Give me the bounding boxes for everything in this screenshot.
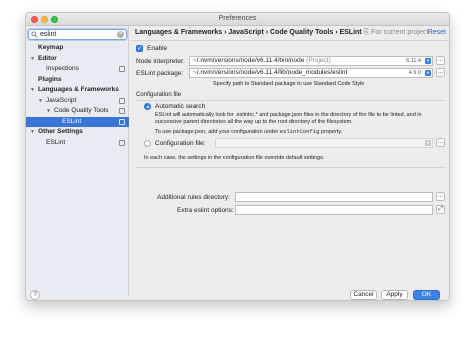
expanded-arrow-icon[interactable]: ▼ (38, 96, 43, 107)
config-group-title: Configuration file (136, 92, 182, 98)
settings-sidebar: eslint × Keymap ▼ Editor Inspections Plu… (26, 26, 129, 296)
configuration-file-select[interactable]: ▼ (215, 138, 433, 148)
header-divider (130, 40, 449, 41)
preferences-window: Preferences eslint × Keymap ▼ Editor Ins… (25, 12, 450, 301)
browse-rules-button[interactable]: … (436, 192, 445, 201)
help-button[interactable]: ? (30, 290, 40, 300)
project-scope-icon (119, 139, 125, 146)
browse-eslint-button[interactable]: … (436, 68, 445, 77)
dropdown-caret-icon[interactable]: ▼ (425, 58, 431, 64)
eslint-version: 4.9.0 (408, 70, 421, 76)
node-version: 6.11.4 (406, 58, 421, 64)
sidebar-item-eslint[interactable]: ESLint (26, 116, 129, 127)
configuration-file-radio[interactable] (144, 140, 151, 147)
section-divider (136, 167, 446, 168)
sidebar-item-keymap[interactable]: Keymap (26, 43, 129, 54)
window-title: Preferences (218, 15, 257, 22)
settings-search-input[interactable]: eslint × (28, 29, 127, 40)
project-scope-icon (119, 108, 125, 114)
expanded-arrow-icon[interactable]: ▼ (30, 85, 35, 96)
apply-button[interactable]: Apply (381, 290, 408, 300)
extra-options-label: Extra eslint options: (177, 207, 234, 214)
rules-directory-input[interactable] (235, 192, 433, 202)
package-hint: Specify path to Standard package to use … (213, 81, 365, 87)
sidebar-item-code-quality-tools[interactable]: ▼ Code Quality Tools (26, 106, 129, 117)
sidebar-item-javascript[interactable]: ▼ JavaScript (26, 96, 129, 107)
search-query: eslint (40, 31, 57, 38)
sidebar-item-languages-frameworks[interactable]: ▼ Languages & Frameworks (26, 85, 129, 96)
sidebar-item-other-eslint[interactable]: ESLint (26, 138, 129, 149)
settings-content: Languages & Frameworks › JavaScript › Co… (130, 26, 449, 288)
enable-checkbox[interactable]: ✓ (136, 45, 143, 52)
reset-link[interactable]: Reset (428, 29, 446, 36)
sidebar-item-editor[interactable]: ▼ Editor (26, 54, 129, 65)
node-interpreter-select[interactable]: ~/.nvm/versions/node/v6.11.4/bin/node (P… (189, 56, 433, 66)
expanded-arrow-icon[interactable]: ▼ (30, 54, 35, 65)
automatic-search-radio[interactable] (144, 103, 151, 110)
project-scope-icon (119, 118, 125, 125)
package-json-note: To use package.json, add your configurat… (155, 128, 343, 135)
browse-config-button[interactable]: … (436, 138, 445, 147)
automatic-search-label: Automatic search (155, 103, 206, 110)
automatic-search-description: ESLint will automatically look for .esli… (155, 112, 422, 125)
configuration-file-label: Configuration file: (155, 140, 206, 147)
dialog-footer: ? Cancel Apply OK (26, 288, 449, 300)
node-interpreter-label: Node interpreter: (136, 58, 185, 65)
project-scope-icon (119, 97, 125, 104)
dropdown-caret-icon[interactable]: ▼ (425, 70, 431, 76)
clear-search-icon[interactable]: × (117, 31, 124, 38)
breadcrumb: Languages & Frameworks › JavaScript › Co… (135, 29, 429, 36)
sidebar-item-plugins[interactable]: Plugins (26, 75, 129, 86)
extra-options-input[interactable] (235, 205, 433, 215)
each-case-note: In each case, the settings in the config… (144, 155, 325, 161)
expand-options-icon[interactable]: ⤢ (436, 205, 445, 214)
sidebar-item-other-settings[interactable]: ▼ Other Settings (26, 127, 129, 138)
scope-note: ⎘ For current project (363, 29, 429, 36)
eslint-package-label: ESLint package: (136, 70, 184, 77)
config-group-divider (136, 100, 446, 101)
dropdown-caret-icon[interactable]: ▼ (425, 140, 431, 146)
expanded-arrow-icon[interactable]: ▼ (30, 127, 35, 138)
cancel-button[interactable]: Cancel (350, 290, 377, 300)
eslint-package-select[interactable]: ~/.nvm/versions/node/v6.11.4/lib/node_mo… (189, 68, 433, 78)
enable-label: Enable (147, 45, 168, 52)
title-bar: Preferences (26, 13, 449, 26)
settings-tree: Keymap ▼ Editor Inspections Plugins ▼ La… (26, 43, 129, 148)
project-scope-icon (119, 66, 125, 72)
ok-button[interactable]: OK (413, 290, 440, 300)
expanded-arrow-icon[interactable]: ▼ (46, 106, 51, 117)
search-icon (31, 31, 38, 38)
browse-node-button[interactable]: … (436, 56, 445, 65)
sidebar-item-inspections[interactable]: Inspections (26, 64, 129, 75)
rules-directory-label: Additional rules directory: (157, 194, 230, 201)
